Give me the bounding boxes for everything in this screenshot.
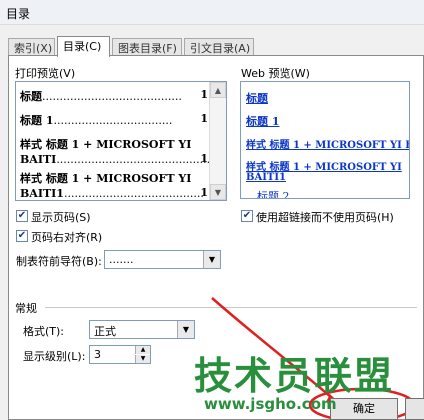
- watermark-text: 技术员联盟: [194, 354, 395, 398]
- watermark-url: www.jsgho.com: [204, 395, 337, 413]
- tab-toc[interactable]: 目录(C): [57, 36, 110, 57]
- watermark: 技术员联盟 www.jsgho.com: [194, 345, 395, 413]
- ok-button[interactable]: 确定: [330, 398, 398, 420]
- cancel-button[interactable]: [405, 398, 424, 420]
